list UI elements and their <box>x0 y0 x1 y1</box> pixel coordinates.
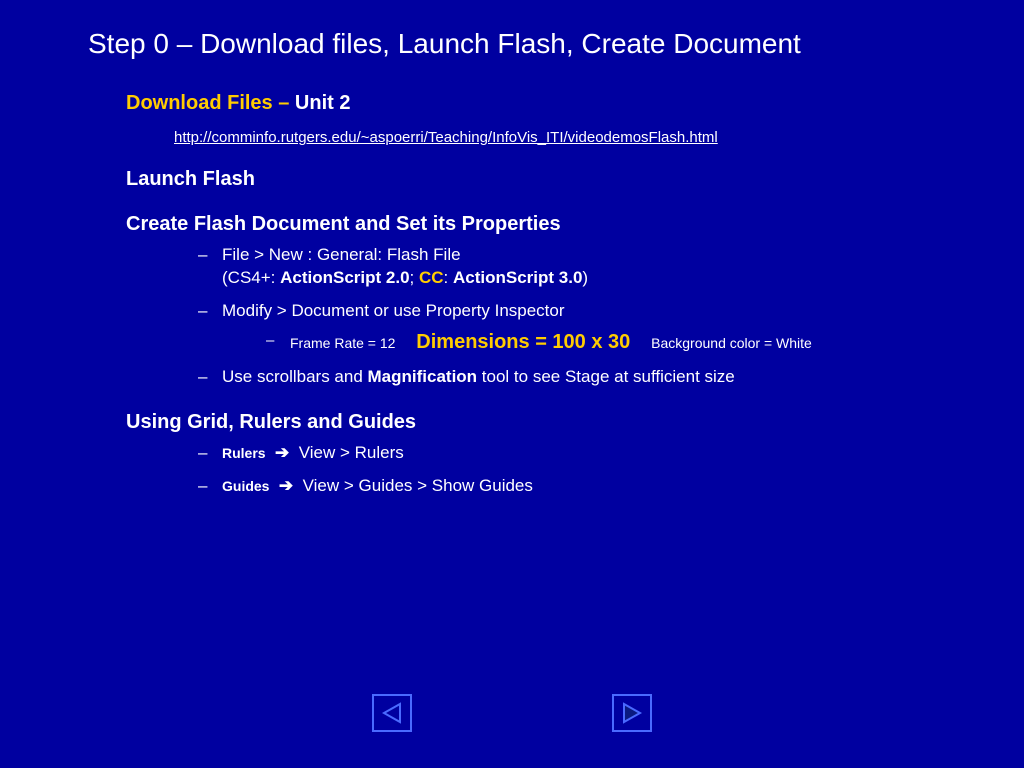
arrow-right-icon: ➔ <box>279 476 293 495</box>
slide-title: Step 0 – Download files, Launch Flash, C… <box>88 28 936 60</box>
next-slide-button[interactable] <box>612 694 652 732</box>
section-launch-heading: Launch Flash <box>126 168 936 191</box>
list-item: File > New : General: Flash File (CS4+: … <box>198 244 936 290</box>
list-item: Modify > Document or use Property Inspec… <box>198 300 936 356</box>
list-item: Rulers ➔ View > Rulers <box>198 442 936 465</box>
list-item: Use scrollbars and Magnification tool to… <box>198 366 936 389</box>
grid-list: Rulers ➔ View > Rulers Guides ➔ View > G… <box>198 442 936 498</box>
section-grid-heading: Using Grid, Rulers and Guides <box>126 411 936 434</box>
arrow-right-icon: ➔ <box>275 443 289 462</box>
section-create-heading: Create Flash Document and Set its Proper… <box>126 213 936 236</box>
download-url-link[interactable]: http://comminfo.rutgers.edu/~aspoerri/Te… <box>174 129 936 146</box>
previous-slide-button[interactable] <box>372 694 412 732</box>
triangle-left-icon <box>380 701 404 725</box>
list-item: Frame Rate = 12 Dimensions = 100 x 30 Ba… <box>266 329 936 356</box>
list-item: Guides ➔ View > Guides > Show Guides <box>198 475 936 498</box>
create-doc-list: File > New : General: Flash File (CS4+: … <box>198 244 936 389</box>
triangle-right-icon <box>620 701 644 725</box>
section-download-heading: Download Files – Unit 2 <box>126 92 936 115</box>
